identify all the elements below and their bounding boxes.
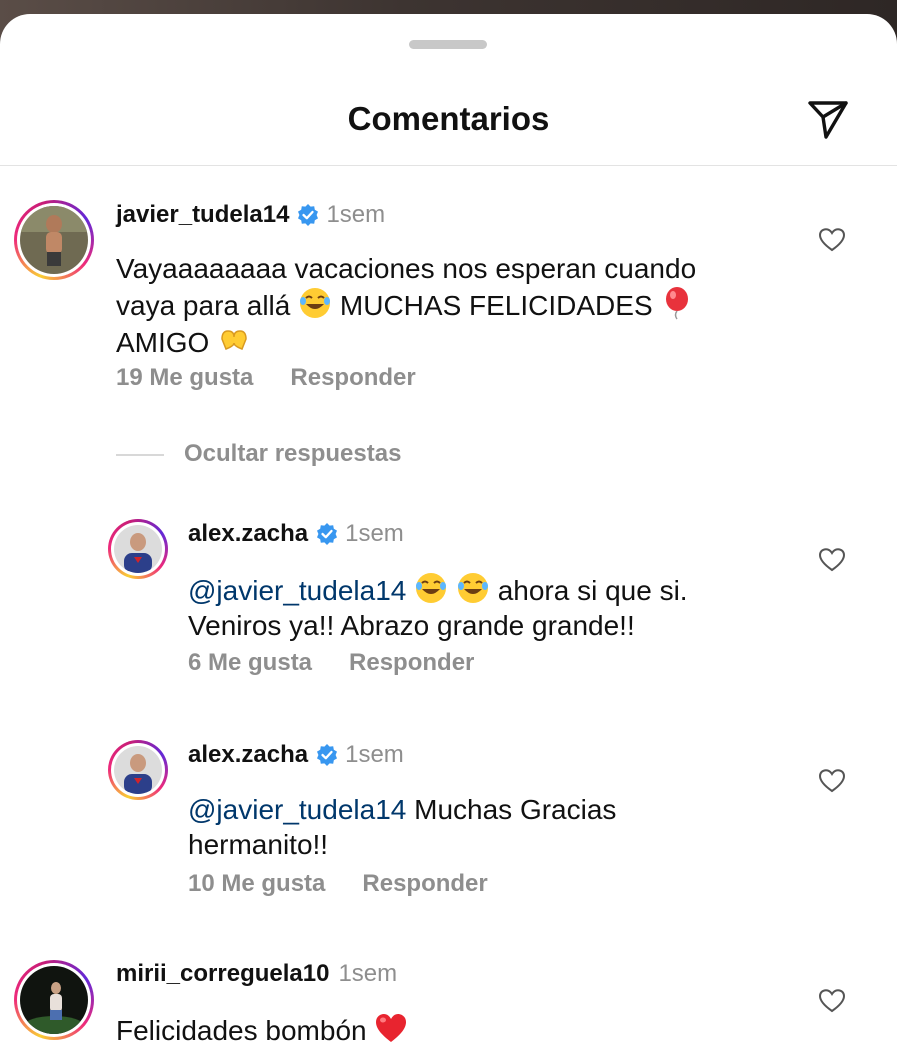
- reply-button[interactable]: Responder: [362, 870, 487, 898]
- comment-username[interactable]: javier_tudela14: [116, 201, 289, 229]
- verified-badge-icon: [317, 523, 338, 545]
- avatar[interactable]: [108, 519, 168, 579]
- red-heart-emoji-icon: [374, 1011, 408, 1045]
- comment-username[interactable]: alex.zacha: [188, 520, 308, 548]
- balloon-emoji-icon: [660, 286, 694, 320]
- comment-username[interactable]: mirii_correguela10: [116, 960, 329, 988]
- sheet-grabber[interactable]: [409, 40, 487, 49]
- comment-time: 1sem: [338, 960, 398, 987]
- comments-sheet: Comentarios javier_tudela14 1sem Vayaaaa…: [0, 14, 897, 1049]
- reply-button[interactable]: Responder: [290, 364, 415, 392]
- send-icon[interactable]: [804, 95, 852, 143]
- comment-text: @javier_tudela14 Muchas Gracias hermanit…: [188, 794, 617, 860]
- heart-hands-emoji-icon: [217, 323, 251, 357]
- like-heart-icon[interactable]: [818, 547, 846, 573]
- comment-username[interactable]: alex.zacha: [188, 741, 308, 769]
- reply-button[interactable]: Responder: [349, 649, 474, 677]
- laughing-emoji-icon: [298, 286, 332, 320]
- avatar[interactable]: [108, 740, 168, 800]
- avatar-photo: [20, 966, 88, 1034]
- mention-link[interactable]: @javier_tudela14: [188, 575, 406, 606]
- like-heart-icon[interactable]: [818, 988, 846, 1014]
- comment-time: 1sem: [326, 201, 386, 228]
- avatar-photo: [114, 525, 162, 573]
- comment-likes[interactable]: 19 Me gusta: [116, 364, 253, 392]
- thread-line: [116, 454, 164, 456]
- avatar[interactable]: [14, 200, 94, 280]
- laughing-emoji-icon: [414, 571, 448, 605]
- laughing-emoji-icon: [456, 571, 490, 605]
- like-heart-icon[interactable]: [818, 768, 846, 794]
- avatar[interactable]: [14, 960, 94, 1040]
- comment-text: Felicidades bombón: [116, 1011, 776, 1048]
- comment-time: 1sem: [345, 520, 404, 547]
- verified-badge-icon: [298, 204, 319, 226]
- verified-badge-icon: [317, 744, 338, 766]
- page-title: Comentarios: [347, 100, 550, 137]
- like-heart-icon[interactable]: [818, 227, 846, 253]
- comment-time: 1sem: [345, 741, 404, 768]
- avatar-photo: [20, 206, 88, 274]
- mention-link[interactable]: @javier_tudela14: [188, 794, 406, 825]
- header-divider: [0, 165, 897, 166]
- comment-text: Vayaaaaaaaa vacaciones nos esperan cuand…: [116, 253, 697, 358]
- comment-likes[interactable]: 6 Me gusta: [188, 649, 312, 677]
- hide-replies-button[interactable]: Ocultar respuestas: [184, 440, 401, 468]
- avatar-photo: [114, 746, 162, 794]
- comment-likes[interactable]: 10 Me gusta: [188, 870, 325, 898]
- comment-text: @javier_tudela14 ahora si que si. Veniro…: [188, 571, 788, 643]
